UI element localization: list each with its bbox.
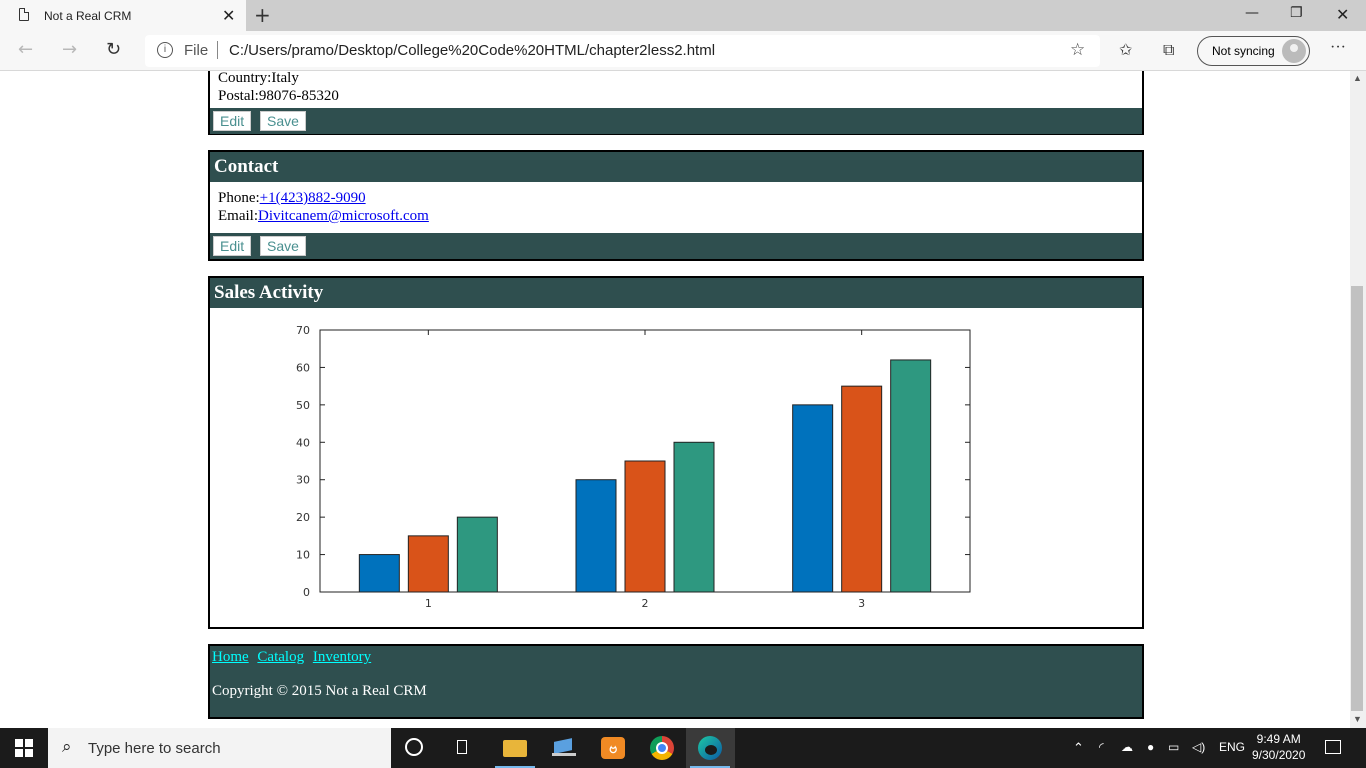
taskbar-search-box[interactable]: ⌕ Type here to search <box>48 728 391 768</box>
tab-title: Not a Real CRM <box>44 9 132 23</box>
footer-links: Home Catalog Inventory <box>212 649 376 666</box>
computer-app-icon[interactable] <box>552 738 576 758</box>
bar <box>575 479 617 593</box>
copyright-text: Copyright © 2015 Not a Real CRM <box>212 683 427 699</box>
address-actions: Edit Save <box>210 108 1142 134</box>
collections-icon[interactable]: ⧉ <box>1163 40 1174 60</box>
clock-time: 9:49 AM <box>1256 732 1301 746</box>
sales-activity-panel: Sales Activity 0 10 20 30 40 50 60 70 1 2 3 <box>208 276 1144 629</box>
more-menu-icon[interactable]: ··· <box>1330 39 1346 57</box>
microphone-icon[interactable]: ● <box>1147 740 1154 754</box>
bar <box>624 460 666 593</box>
browser-toolbar: ← → ↻ i File C:/Users/pramo/Desktop/Coll… <box>0 31 1366 71</box>
xampp-icon[interactable]: ဗ <box>601 737 625 759</box>
edit-button[interactable]: Edit <box>213 236 252 256</box>
x-tick-label: 1 <box>425 597 432 610</box>
restore-icon[interactable]: ❐ <box>1290 5 1303 21</box>
address-bar[interactable]: i File C:/Users/pramo/Desktop/College%20… <box>145 35 1100 67</box>
cortana-icon[interactable] <box>405 738 423 756</box>
scroll-up-icon[interactable]: ▲ <box>1353 73 1362 83</box>
contact-panel: Contact Phone:+1(423)882-9090 Email:Divi… <box>208 150 1144 261</box>
postal-text: Postal:98076-85320 <box>218 88 339 104</box>
forward-icon[interactable]: → <box>62 39 77 60</box>
scrollbar-thumb[interactable] <box>1351 286 1363 711</box>
new-tab-icon[interactable]: + <box>254 3 271 27</box>
favorites-icon[interactable]: ✩ <box>1119 40 1132 59</box>
minimize-icon[interactable]: — <box>1245 5 1259 21</box>
save-button[interactable]: Save <box>260 236 306 256</box>
close-window-icon[interactable]: ✕ <box>1336 5 1349 24</box>
footer-link-home[interactable]: Home <box>212 649 249 665</box>
bar <box>792 404 834 593</box>
address-prefix: File <box>184 42 209 59</box>
x-tick-label: 3 <box>858 597 865 610</box>
search-icon: ⌕ <box>62 737 72 756</box>
battery-icon[interactable]: ▭ <box>1168 740 1179 754</box>
show-hidden-icons-chevron-icon[interactable]: ⌃ <box>1073 740 1084 756</box>
url-text[interactable]: C:/Users/pramo/Desktop/College%20Code%20… <box>229 42 715 59</box>
info-icon[interactable]: i <box>157 42 173 58</box>
onedrive-cloud-icon[interactable]: ☁ <box>1121 740 1133 754</box>
windows-start-icon[interactable] <box>15 739 33 757</box>
wifi-icon[interactable]: ◜ <box>1099 740 1104 754</box>
windows-taskbar: ⌕ Type here to search ဗ ⌃ ◜ ☁ ● ▭ ◁) ENG… <box>0 728 1366 768</box>
email-label: Email: <box>218 208 258 224</box>
edit-button[interactable]: Edit <box>213 111 252 131</box>
y-tick-label: 70 <box>296 324 310 337</box>
y-tick-label: 60 <box>296 361 310 374</box>
page-icon <box>19 8 29 21</box>
scroll-down-icon[interactable]: ▼ <box>1353 714 1362 724</box>
close-tab-icon[interactable]: ✕ <box>222 6 235 26</box>
sync-label: Not syncing <box>1212 44 1275 58</box>
clock-date: 9/30/2020 <box>1252 748 1306 762</box>
edge-icon[interactable] <box>698 736 722 760</box>
bar <box>890 359 932 593</box>
footer-link-inventory[interactable]: Inventory <box>313 649 371 665</box>
notification-icon[interactable] <box>1325 740 1341 754</box>
tab-strip: Not a Real CRM ✕ + — ❐ ✕ <box>0 0 1366 31</box>
save-button[interactable]: Save <box>260 111 306 131</box>
chrome-icon[interactable] <box>650 736 674 760</box>
search-placeholder: Type here to search <box>88 740 221 757</box>
bar <box>407 535 449 593</box>
y-tick-label: 50 <box>296 399 310 412</box>
address-panel: Country:Italy Postal:98076-85320 Edit Sa… <box>208 71 1144 135</box>
page-footer: Home Catalog Inventory Copyright © 2015 … <box>208 644 1144 719</box>
avatar <box>1282 39 1306 63</box>
refresh-icon[interactable]: ↻ <box>106 39 121 60</box>
bar <box>841 385 883 593</box>
bar <box>673 441 715 593</box>
y-tick-label: 0 <box>303 586 310 599</box>
country-text: Country:Italy <box>218 71 299 86</box>
contact-actions: Edit Save <box>210 233 1142 259</box>
vertical-scrollbar[interactable]: ▲ ▼ <box>1350 71 1366 728</box>
volume-icon[interactable]: ◁) <box>1192 740 1205 754</box>
y-tick-label: 20 <box>296 511 310 524</box>
file-explorer-icon[interactable] <box>503 740 527 757</box>
profile-sync-button[interactable]: Not syncing <box>1197 36 1310 66</box>
footer-link-catalog[interactable]: Catalog <box>257 649 304 665</box>
y-tick-label: 30 <box>296 474 310 487</box>
back-icon[interactable]: ← <box>18 39 33 60</box>
language-indicator[interactable]: ENG <box>1219 740 1245 754</box>
address-divider <box>217 41 218 59</box>
phone-label: Phone: <box>218 190 260 206</box>
sales-bar-chart: 0 10 20 30 40 50 60 70 1 2 3 <box>296 324 971 610</box>
email-link[interactable]: Divitcanem@microsoft.com <box>258 208 429 224</box>
sales-activity-title: Sales Activity <box>210 278 1142 308</box>
bar <box>358 554 400 593</box>
favorite-star-icon[interactable]: ☆ <box>1070 40 1085 60</box>
x-tick-label: 2 <box>642 597 649 610</box>
page-viewport: Country:Italy Postal:98076-85320 Edit Sa… <box>0 71 1350 728</box>
task-view-icon[interactable] <box>454 739 472 755</box>
browser-tab[interactable]: Not a Real CRM ✕ <box>0 0 246 31</box>
contact-body: Phone:+1(423)882-9090 Email:Divitcanem@m… <box>210 182 1142 228</box>
y-tick-label: 40 <box>296 436 310 449</box>
contact-title: Contact <box>210 152 1142 182</box>
bar <box>456 516 498 593</box>
taskbar-clock[interactable]: 9:49 AM 9/30/2020 <box>1252 731 1305 763</box>
phone-link[interactable]: +1(423)882-9090 <box>260 190 366 206</box>
y-tick-label: 10 <box>296 549 310 562</box>
